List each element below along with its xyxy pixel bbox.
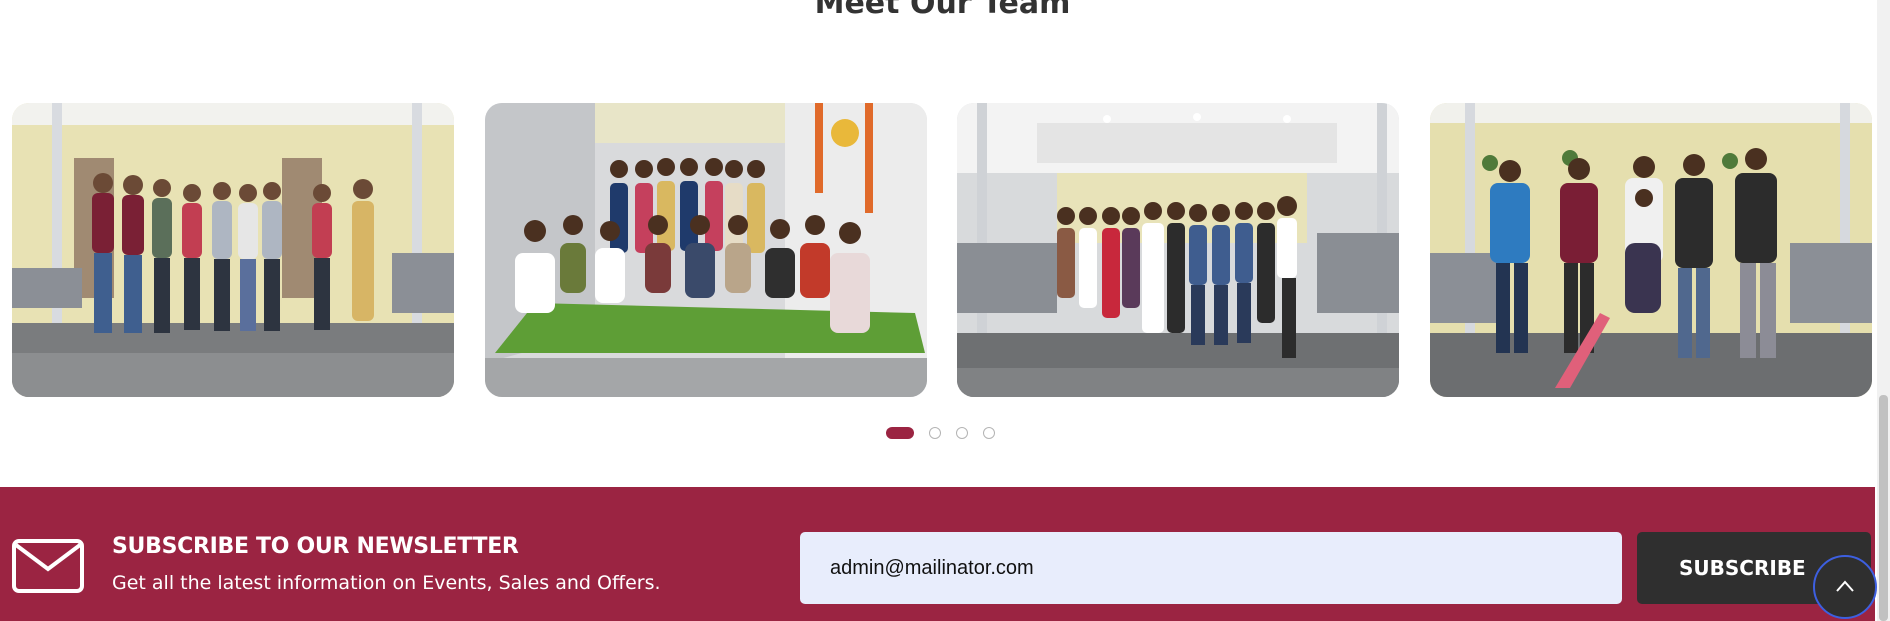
carousel-dot-3[interactable] <box>956 427 968 439</box>
scrollbar-thumb[interactable] <box>1879 395 1888 621</box>
chevron-up-icon <box>1836 580 1854 592</box>
email-input[interactable] <box>800 532 1622 604</box>
carousel-dot-1[interactable] <box>886 427 914 439</box>
section-heading: Meet Our Team <box>814 0 1071 21</box>
carousel-dot-2[interactable] <box>929 427 941 439</box>
carousel-dot-4[interactable] <box>983 427 995 439</box>
team-photo-cricket <box>1430 103 1872 397</box>
newsletter-title: SUBSCRIBE TO OUR NEWSLETTER <box>112 534 519 559</box>
subscribe-button-label: SUBSCRIBE <box>1679 556 1806 580</box>
team-photo-festival-celebration <box>485 103 927 397</box>
newsletter-subtitle: Get all the latest information on Events… <box>112 572 661 594</box>
envelope-icon <box>12 539 84 598</box>
back-to-top-button[interactable] <box>1813 555 1877 619</box>
team-photo-large-group <box>957 103 1399 397</box>
team-photo-office-group <box>12 103 454 397</box>
newsletter-banner: SUBSCRIBE TO OUR NEWSLETTER Get all the … <box>0 487 1875 621</box>
